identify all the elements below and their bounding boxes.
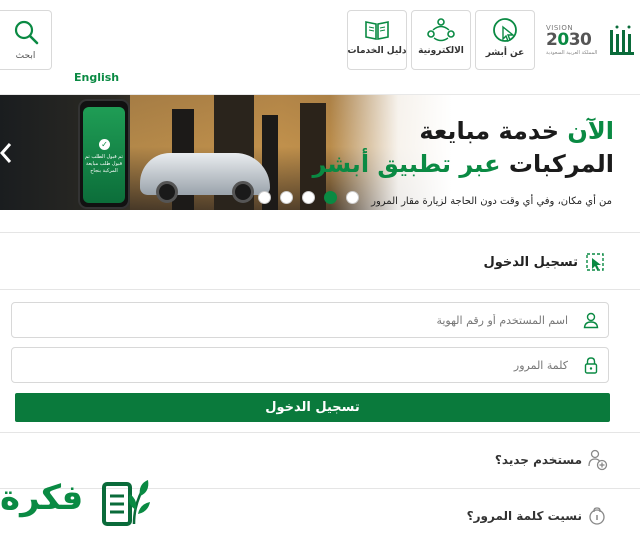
about-absher-label: عن أبشر [485, 48, 525, 58]
login-submit-button[interactable]: تسجيل الدخول [15, 393, 610, 422]
login-pointer-icon [586, 253, 604, 271]
banner-car-image [140, 153, 270, 203]
banner-next-button[interactable] [618, 141, 634, 165]
language-switch-link[interactable]: English [74, 71, 119, 84]
banner-dot-3[interactable] [302, 191, 315, 204]
banner-dot-2[interactable] [280, 191, 293, 204]
user-icon [583, 312, 599, 329]
car-wheel [232, 181, 254, 203]
book-leaf-icon [102, 480, 150, 526]
password-field[interactable] [11, 347, 609, 383]
about-absher-button[interactable]: عن أبشر [475, 10, 535, 70]
banner-pagination [258, 191, 359, 204]
eservices-button[interactable]: الالكترونية [411, 10, 471, 70]
services-guide-button[interactable]: دليل الخدمات [347, 10, 407, 70]
chevron-left-icon [0, 143, 12, 163]
site-header: ابحث English دليل الخدمات الالكترونية عن… [0, 0, 640, 95]
new-user-label: مستخدم جديد؟ [494, 453, 582, 467]
car-wheel [156, 181, 178, 203]
banner-subtitle: من أي مكان، وفي أي وقت دون الحاجة لزيارة… [371, 196, 612, 207]
banner-headline-2: المركبات عبر تطبيق أبشر [312, 150, 614, 178]
banner-phone-image: ✓ تم قبول الطلب تم قبول طلب مبايعة المرك… [78, 99, 130, 209]
open-book-icon [365, 21, 389, 40]
absher-logo [610, 25, 634, 55]
login-title: تسجيل الدخول [483, 255, 578, 270]
forgot-password-label: نسيت كلمة المرور؟ [466, 509, 582, 523]
username-field[interactable] [11, 302, 609, 338]
watermark-text: فكرة [0, 478, 84, 518]
password-input[interactable] [20, 348, 568, 382]
phone-screen: ✓ تم قبول الطلب تم قبول طلب مبايعة المرك… [83, 107, 125, 203]
network-users-icon [427, 18, 455, 42]
banner-dot-1[interactable] [258, 191, 271, 204]
search-icon [14, 20, 38, 45]
vision-2030-logo: VISION 2030 المملكة العربية السعودية [546, 24, 602, 64]
banner-dot-4[interactable] [324, 191, 337, 204]
search-button[interactable]: ابحث [0, 10, 52, 70]
login-header: تسجيل الدخول [0, 233, 640, 290]
username-input[interactable] [20, 303, 568, 337]
lock-icon [584, 357, 598, 374]
fikra-watermark-logo: فكرة [0, 470, 152, 535]
chevron-right-icon [620, 143, 632, 163]
services-guide-label: دليل الخدمات [347, 46, 407, 56]
banner-dot-5[interactable] [346, 191, 359, 204]
add-user-icon [588, 449, 608, 471]
key-lock-icon [589, 507, 605, 525]
promo-banner: ✓ تم قبول الطلب تم قبول طلب مبايعة المرك… [0, 95, 640, 210]
banner-prev-button[interactable] [0, 141, 14, 165]
check-icon: ✓ [99, 139, 110, 150]
phone-screen-text: تم قبول الطلب تم قبول طلب مبايعة المركبة… [85, 154, 123, 174]
vision-year: 2030 [546, 30, 592, 50]
pointer-circle-icon [493, 18, 517, 42]
search-label: ابحث [15, 51, 36, 61]
eservices-label: الالكترونية [418, 46, 464, 56]
vision-subtitle: المملكة العربية السعودية [546, 50, 598, 56]
banner-headline-1: الآن خدمة مبايعة [419, 117, 614, 145]
